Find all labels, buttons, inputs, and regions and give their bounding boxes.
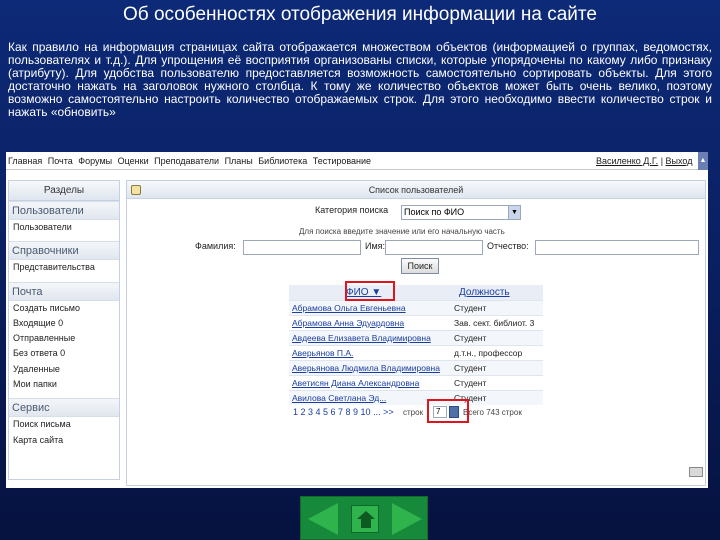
pagination-links[interactable]: 1 2 3 4 5 6 7 8 9 10 ... >> [293, 407, 394, 417]
sidebar: Разделы Пользователи Пользователи Справо… [8, 180, 120, 480]
sidebar-header: Разделы [9, 181, 119, 201]
sidebar-item-compose[interactable]: Создать письмо [9, 301, 119, 316]
user-position-cell: Студент [451, 359, 543, 375]
surname-label: Фамилия: [195, 241, 236, 251]
nav-link-plans[interactable]: Планы [225, 156, 253, 166]
slide-title: Об особенностях отображения информации н… [123, 4, 597, 25]
user-position-cell: Зав. сект. библиот. 3 [451, 314, 543, 330]
sidebar-item-sent[interactable]: Отправленные [9, 331, 119, 346]
sidebar-item-site-map[interactable]: Карта сайта [9, 433, 119, 448]
table-row: Аверьянова Людмила Владимировна Студент [289, 359, 543, 375]
table-row: Авилова Светлана Эд... Студент [289, 389, 543, 405]
top-nav-links: Главная Почта Форумы Оценки Преподавател… [8, 156, 374, 166]
nav-link-home[interactable]: Главная [8, 156, 42, 166]
nav-link-teachers[interactable]: Преподаватели [154, 156, 219, 166]
main-header: Список пользователей [127, 181, 705, 199]
user-info: Василенко Д.Г. | Выход [596, 156, 693, 166]
user-name-cell[interactable]: Аветисян Диана Александровна [289, 374, 451, 390]
previous-slide-button[interactable] [305, 501, 341, 537]
search-hint: Для поиска введите значение или его нача… [299, 227, 505, 236]
highlight-rows-control [427, 399, 469, 423]
users-table: ФИО ▼ Должность Абрамова Ольга Евгеньевн… [289, 285, 543, 405]
column-position-header[interactable]: Должность [451, 285, 543, 300]
main-header-title: Список пользователей [368, 185, 464, 195]
patronymic-input[interactable] [535, 240, 699, 255]
user-position-cell: Студент [451, 374, 543, 390]
next-slide-button[interactable] [389, 501, 425, 537]
top-navigation: Главная Почта Форумы Оценки Преподавател… [6, 152, 708, 170]
print-icon[interactable] [689, 467, 703, 477]
sidebar-item-deleted[interactable]: Удаленные [9, 362, 119, 377]
table-row: Аветисян Диана Александровна Студент [289, 374, 543, 390]
table-row: Авдеева Елизавета Владимировна Студент [289, 329, 543, 345]
panel-icon [131, 185, 141, 195]
category-select[interactable]: Поиск по ФИО ▼ [401, 205, 521, 220]
user-position-cell: д.т.н., профессор [451, 344, 543, 360]
table-row: Абрамова Ольга Евгеньевна Студент [289, 299, 543, 315]
arrow-left-icon [308, 503, 338, 535]
user-name-link[interactable]: Василенко Д.Г. [596, 156, 658, 166]
nav-link-grades[interactable]: Оценки [118, 156, 149, 166]
name-label: Имя: [365, 241, 386, 251]
search-button[interactable]: Поиск [401, 258, 439, 274]
nav-link-testing[interactable]: Тестирование [313, 156, 371, 166]
sidebar-item-offices[interactable]: Представительства [9, 260, 119, 275]
category-select-value: Поиск по ФИО [404, 207, 465, 217]
sidebar-section-users: Пользователи [9, 201, 119, 220]
sidebar-section-mail: Почта [9, 281, 119, 301]
sidebar-item-inbox[interactable]: Входящие 0 [9, 316, 119, 331]
user-name-cell[interactable]: Авдеева Елизавета Владимировна [289, 329, 451, 345]
table-row: Аверьянов П.А. д.т.н., профессор [289, 344, 543, 360]
exit-link[interactable]: Выход [666, 156, 693, 166]
scroll-up-icon[interactable]: ▲ [698, 152, 708, 170]
user-name-cell[interactable]: Абрамова Анна Эдуардовна [289, 314, 451, 330]
table-row: Абрамова Анна Эдуардовна Зав. сект. библ… [289, 314, 543, 330]
user-position-cell: Студент [451, 329, 543, 345]
home-icon [351, 505, 379, 533]
sidebar-section-service: Сервис [9, 398, 119, 418]
total-rows: Всего 743 строк [463, 408, 522, 417]
table-header-row: ФИО ▼ Должность [289, 285, 543, 300]
nav-link-library[interactable]: Библиотека [258, 156, 307, 166]
nav-link-forums[interactable]: Форумы [78, 156, 112, 166]
name-input[interactable] [385, 240, 483, 255]
slide-body-text: Как правило на информация страницах сайт… [8, 40, 712, 119]
user-position-cell: Студент [451, 299, 543, 315]
home-slide-button[interactable] [347, 501, 383, 537]
main-panel: Список пользователей Категория поиска По… [126, 180, 706, 486]
surname-input[interactable] [243, 240, 361, 255]
rows-label: строк [403, 408, 424, 417]
sidebar-item-find-mail[interactable]: Поиск письма [9, 417, 119, 432]
user-name-cell[interactable]: Абрамова Ольга Евгеньевна [289, 299, 451, 315]
user-name-cell[interactable]: Аверьянова Людмила Владимировна [289, 359, 451, 375]
sidebar-section-reference: Справочники [9, 241, 119, 261]
category-label: Категория поиска [315, 205, 389, 215]
chevron-down-icon[interactable]: ▼ [508, 206, 520, 219]
user-name-cell[interactable]: Аверьянов П.А. [289, 344, 451, 360]
arrow-right-icon [392, 503, 422, 535]
patronymic-label: Отчество: [487, 241, 529, 251]
highlight-sort-column [345, 281, 395, 301]
nav-link-mail[interactable]: Почта [48, 156, 73, 166]
slide-navigation [300, 496, 428, 540]
sidebar-item-users[interactable]: Пользователи [9, 220, 119, 235]
sidebar-item-unanswered[interactable]: Без ответа 0 [9, 346, 119, 361]
sidebar-item-my-folders[interactable]: Мои папки [9, 377, 119, 392]
site-screenshot: Главная Почта Форумы Оценки Преподавател… [6, 152, 708, 488]
